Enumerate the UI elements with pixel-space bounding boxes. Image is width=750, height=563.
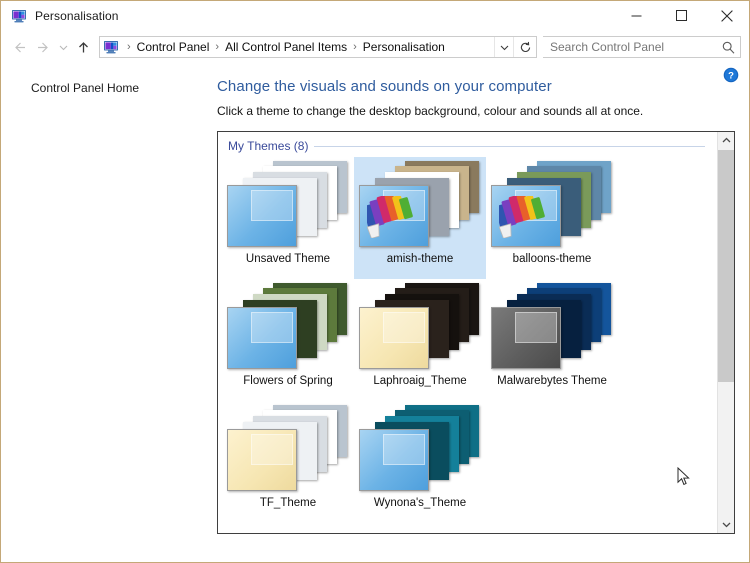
scroll-up-button[interactable]: [718, 132, 734, 149]
window-controls: [614, 1, 749, 30]
breadcrumb-control-panel[interactable]: Control Panel: [135, 40, 212, 54]
theme-item[interactable]: Laphroaig_Theme: [354, 279, 486, 401]
navigation-bar: › Control Panel › All Control Panel Item…: [1, 31, 749, 63]
themes-grid: Unsaved Theme amish-theme balloons-theme…: [218, 153, 717, 523]
theme-thumbnail[interactable]: [357, 403, 483, 495]
theme-thumbnail[interactable]: [489, 281, 615, 373]
theme-item[interactable]: Flowers of Spring: [222, 279, 354, 401]
themes-vertical-scrollbar[interactable]: [717, 132, 734, 533]
maximize-button[interactable]: [659, 1, 704, 30]
help-question-icon[interactable]: ?: [723, 67, 739, 83]
theme-window-preview: [491, 185, 561, 247]
page-title: Change the visuals and sounds on your co…: [217, 78, 552, 95]
personalisation-monitor-icon: [11, 8, 27, 24]
theme-label: TF_Theme: [259, 497, 317, 509]
theme-label: Wynona's_Theme: [373, 497, 467, 509]
theme-item[interactable]: Wynona's_Theme: [354, 401, 486, 523]
title-bar: Personalisation: [1, 1, 749, 31]
personalisation-window: Personalisation › Control Panel › All Co…: [0, 0, 750, 563]
colour-palette-icon: [494, 194, 551, 239]
scrollbar-thumb[interactable]: [718, 150, 734, 382]
theme-label: Malwarebytes Theme: [497, 375, 607, 387]
theme-window-preview: [491, 307, 561, 369]
theme-thumbnail[interactable]: [225, 281, 351, 373]
theme-label: amish-theme: [386, 253, 454, 265]
theme-window-preview-inner: [251, 311, 294, 343]
page-subtitle: Click a theme to change the desktop back…: [217, 104, 644, 118]
theme-item[interactable]: TF_Theme: [222, 401, 354, 523]
theme-thumbnail[interactable]: [357, 159, 483, 251]
recent-locations-button[interactable]: [55, 35, 71, 59]
breadcrumb-separator[interactable]: ›: [123, 41, 135, 53]
address-bar[interactable]: › Control Panel › All Control Panel Item…: [99, 36, 537, 58]
theme-window-preview-inner: [515, 311, 558, 343]
theme-thumbnail[interactable]: [489, 159, 615, 251]
theme-item[interactable]: Unsaved Theme: [222, 157, 354, 279]
theme-thumbnail[interactable]: [225, 403, 351, 495]
group-divider: [314, 145, 705, 147]
theme-label: Flowers of Spring: [243, 375, 333, 387]
minimize-button[interactable]: [614, 1, 659, 30]
theme-window-preview: [227, 307, 297, 369]
colour-palette-icon: [362, 194, 419, 239]
themes-list-panel: My Themes (8) Unsaved Theme amish-theme …: [217, 131, 735, 534]
theme-label: Laphroaig_Theme: [373, 375, 467, 387]
themes-scroll-region: My Themes (8) Unsaved Theme amish-theme …: [218, 132, 717, 533]
sidebar: Control Panel Home: [1, 63, 214, 562]
theme-thumbnail[interactable]: [357, 281, 483, 373]
search-box[interactable]: [543, 36, 741, 58]
theme-window-preview-inner: [383, 433, 426, 465]
address-bar-icon: [103, 39, 119, 55]
themes-group-label: My Themes (8): [228, 139, 309, 153]
svg-text:?: ?: [728, 71, 734, 82]
theme-item[interactable]: Malwarebytes Theme: [486, 279, 618, 401]
refresh-icon[interactable]: [513, 37, 536, 57]
breadcrumb-separator[interactable]: ›: [211, 41, 223, 53]
theme-window-preview-inner: [251, 433, 294, 465]
sidebar-item-control-panel-home[interactable]: Control Panel Home: [31, 81, 214, 95]
chevron-down-icon[interactable]: [494, 37, 513, 57]
breadcrumb-separator[interactable]: ›: [349, 41, 361, 53]
theme-window-preview: [359, 429, 429, 491]
up-button[interactable]: [71, 35, 95, 59]
back-button[interactable]: [7, 35, 31, 59]
theme-window-preview: [359, 185, 429, 247]
theme-item[interactable]: balloons-theme: [486, 157, 618, 279]
theme-label: balloons-theme: [512, 253, 592, 265]
close-button[interactable]: [704, 1, 749, 30]
search-icon[interactable]: [716, 37, 740, 57]
themes-group-header: My Themes (8): [218, 132, 717, 153]
theme-window-preview-inner: [251, 189, 294, 221]
theme-label: Unsaved Theme: [245, 253, 331, 265]
theme-window-preview: [227, 429, 297, 491]
theme-window-preview-inner: [383, 311, 426, 343]
scroll-down-button[interactable]: [718, 516, 734, 533]
theme-thumbnail[interactable]: [225, 159, 351, 251]
content-area: Control Panel Home ? Change the visuals …: [1, 63, 749, 562]
main-pane: ? Change the visuals and sounds on your …: [214, 63, 749, 562]
theme-window-preview: [359, 307, 429, 369]
breadcrumb-all-control-panel-items[interactable]: All Control Panel Items: [223, 40, 349, 54]
theme-window-preview: [227, 185, 297, 247]
window-title: Personalisation: [35, 9, 119, 23]
theme-item[interactable]: amish-theme: [354, 157, 486, 279]
breadcrumb-personalisation[interactable]: Personalisation: [361, 40, 447, 54]
forward-button[interactable]: [31, 35, 55, 59]
search-input[interactable]: [543, 39, 716, 55]
